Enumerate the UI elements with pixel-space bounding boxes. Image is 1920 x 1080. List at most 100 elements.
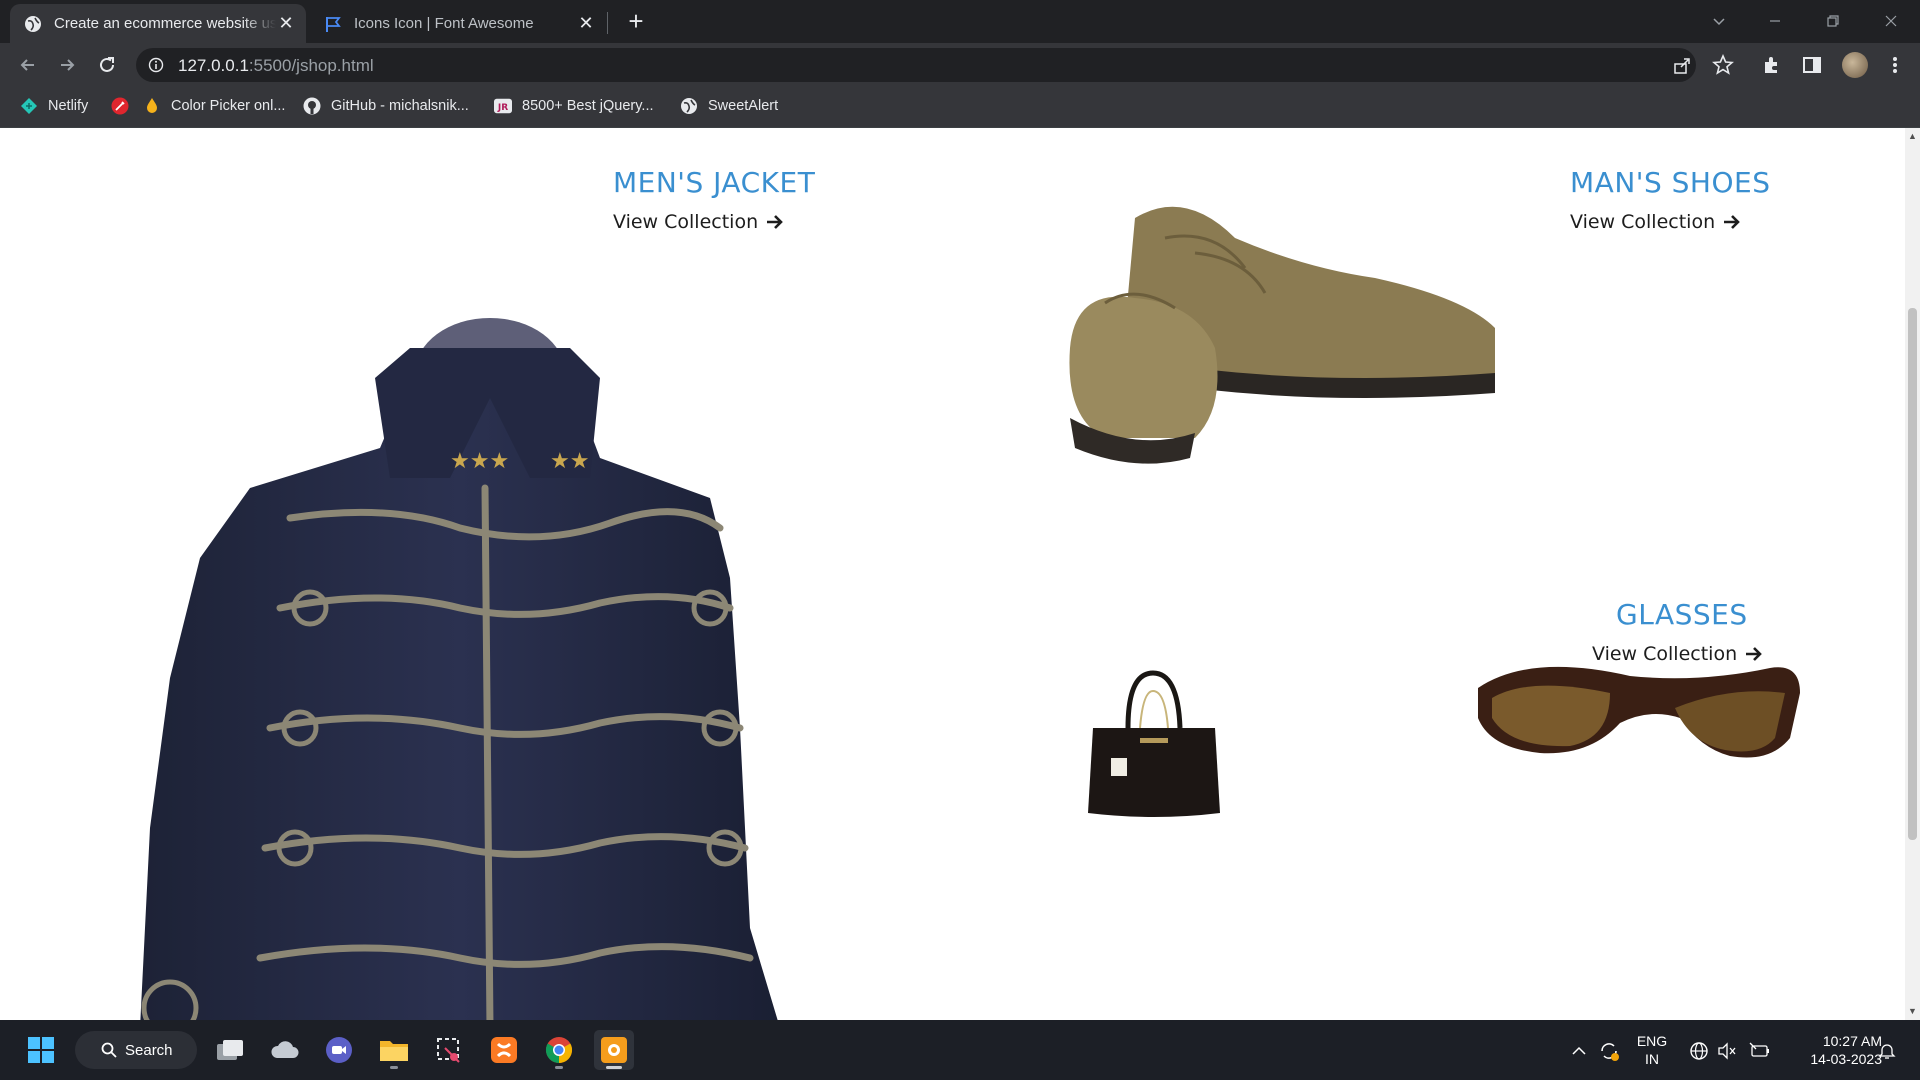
sublime-button[interactable] — [594, 1030, 634, 1070]
arrow-right-icon — [1746, 647, 1762, 661]
bookmark-sweetalert[interactable]: SweetAlert — [680, 97, 778, 115]
arrow-right-icon — [767, 215, 783, 229]
scroll-down-icon[interactable]: ▼ — [1908, 1007, 1917, 1016]
xampp-icon — [491, 1037, 517, 1063]
network-globe-icon[interactable] — [1688, 1040, 1710, 1062]
language-code: ENG — [1636, 1033, 1668, 1049]
flag-icon — [324, 15, 342, 33]
bookmark-label: Color Picker onl... — [171, 98, 286, 114]
bookmark-jquery[interactable]: JR 8500+ Best jQuery... — [494, 97, 654, 115]
clock[interactable]: 10:27 AM 14-03-2023 — [1786, 1032, 1882, 1068]
view-collection-link[interactable]: View Collection — [1570, 211, 1770, 233]
file-explorer-button[interactable] — [374, 1030, 414, 1070]
url-path: :5500/jshop.html — [248, 56, 374, 75]
reload-button[interactable] — [93, 51, 121, 79]
notifications-icon[interactable] — [1876, 1040, 1898, 1062]
bookmark-label: 8500+ Best jQuery... — [522, 98, 654, 114]
scrollbar-thumb[interactable] — [1908, 308, 1917, 840]
globe-icon — [24, 15, 42, 33]
collection-mens-jacket: MEN'S JACKET View Collection — [613, 166, 815, 233]
windows-icon — [28, 1037, 54, 1063]
volume-muted-icon[interactable] — [1716, 1040, 1738, 1062]
jacket-image[interactable]: ★★★ ★★ — [130, 228, 830, 1020]
bookmark-color-picker[interactable]: Color Picker onl... — [143, 97, 285, 115]
close-window-button[interactable] — [1868, 6, 1914, 36]
tab-ecommerce[interactable]: Create an ecommerce website us ✕ — [10, 4, 306, 43]
view-collection-link[interactable]: View Collection — [1592, 643, 1763, 665]
collection-mans-shoes: MAN'S SHOES View Collection — [1570, 166, 1770, 233]
folder-icon — [380, 1041, 408, 1061]
teams-chat-button[interactable] — [319, 1030, 359, 1070]
netlify-icon — [20, 97, 38, 115]
running-indicator — [390, 1066, 398, 1069]
chrome-icon — [545, 1037, 573, 1064]
widgets-button[interactable] — [265, 1030, 305, 1070]
profile-avatar[interactable] — [1842, 52, 1868, 78]
close-icon[interactable]: ✕ — [276, 13, 296, 34]
svg-text:★★: ★★ — [550, 449, 589, 474]
reload-icon — [100, 57, 114, 72]
bookmark-label: GitHub - michalsnik... — [331, 98, 469, 114]
search-label: Search — [125, 1041, 173, 1059]
tab-divider — [607, 12, 608, 34]
tab-title: Icons Icon | Font Awesome — [354, 15, 534, 32]
forward-button[interactable] — [53, 51, 81, 79]
extensions-icon[interactable] — [1761, 54, 1783, 76]
menu-dots-icon[interactable] — [1884, 54, 1906, 76]
close-icon[interactable]: ✕ — [576, 13, 596, 34]
taskbar-search[interactable]: Search — [75, 1031, 197, 1069]
shoes-image[interactable] — [1045, 178, 1505, 488]
start-button[interactable] — [21, 1030, 61, 1070]
chat-camera-icon — [326, 1037, 352, 1063]
xampp-button[interactable] — [484, 1030, 524, 1070]
arrow-right-icon — [1724, 215, 1740, 229]
collection-title: MEN'S JACKET — [613, 166, 816, 199]
red-pen-icon — [111, 97, 129, 115]
scroll-up-icon[interactable]: ▲ — [1908, 132, 1917, 141]
info-icon[interactable] — [148, 57, 164, 73]
address-bar[interactable]: 127.0.0.1:5500/jshop.html — [136, 48, 1696, 82]
snipping-tool-button[interactable] — [429, 1030, 469, 1070]
search-icon — [101, 1042, 117, 1058]
chevron-up-icon[interactable] — [1568, 1040, 1590, 1062]
new-tab-button[interactable]: + — [622, 8, 650, 36]
region-code: IN — [1645, 1051, 1659, 1067]
page-scrollbar[interactable]: ▲ ▼ — [1905, 128, 1920, 1020]
windows-taskbar: Search ENG IN 10:27 AM 14-03-2023 — [0, 1020, 1920, 1080]
tab-title: Create an ecommerce website us — [54, 15, 276, 32]
arrow-left-icon — [20, 59, 34, 71]
clock-date: 14-03-2023 — [1810, 1051, 1882, 1067]
language-indicator[interactable]: ENG IN — [1632, 1032, 1672, 1068]
cloud-icon — [271, 1041, 299, 1058]
github-icon — [303, 97, 321, 115]
bookmark-github[interactable]: GitHub - michalsnik... — [303, 97, 469, 115]
bookmark-label: SweetAlert — [708, 98, 779, 114]
restore-button[interactable] — [1810, 6, 1856, 36]
battery-icon[interactable] — [1748, 1040, 1770, 1062]
bookmark-star-icon[interactable] — [1712, 54, 1734, 76]
globe-icon — [680, 97, 698, 115]
scissors-icon — [437, 1038, 460, 1063]
back-button[interactable] — [14, 51, 42, 79]
task-view-icon — [217, 1040, 243, 1060]
chrome-button[interactable] — [539, 1030, 579, 1070]
bookmark-netlify[interactable]: Netlify — [20, 97, 88, 115]
bookmarks-bar: Netlify Color Picker onl... GitHub - mic… — [0, 87, 1920, 128]
running-indicator — [555, 1066, 563, 1069]
tab-search-icon[interactable] — [1696, 6, 1742, 36]
tab-font-awesome[interactable]: Icons Icon | Font Awesome ✕ — [310, 4, 606, 43]
view-collection-link[interactable]: View Collection — [613, 211, 815, 233]
app-orange-icon — [601, 1037, 627, 1063]
jr-icon: JR — [494, 97, 512, 115]
task-view-button[interactable] — [210, 1030, 250, 1070]
handbag-image[interactable] — [1088, 663, 1220, 823]
bookmark-red-pen[interactable] — [111, 97, 139, 115]
running-indicator — [606, 1066, 622, 1069]
share-icon[interactable] — [1672, 56, 1692, 76]
sync-icon[interactable] — [1598, 1040, 1620, 1062]
color-picker-icon — [143, 97, 161, 115]
url-text[interactable]: 127.0.0.1:5500/jshop.html — [178, 56, 374, 76]
side-panel-icon[interactable] — [1801, 54, 1823, 76]
minimize-button[interactable] — [1752, 6, 1798, 36]
collection-title: GLASSES — [1616, 598, 1748, 631]
